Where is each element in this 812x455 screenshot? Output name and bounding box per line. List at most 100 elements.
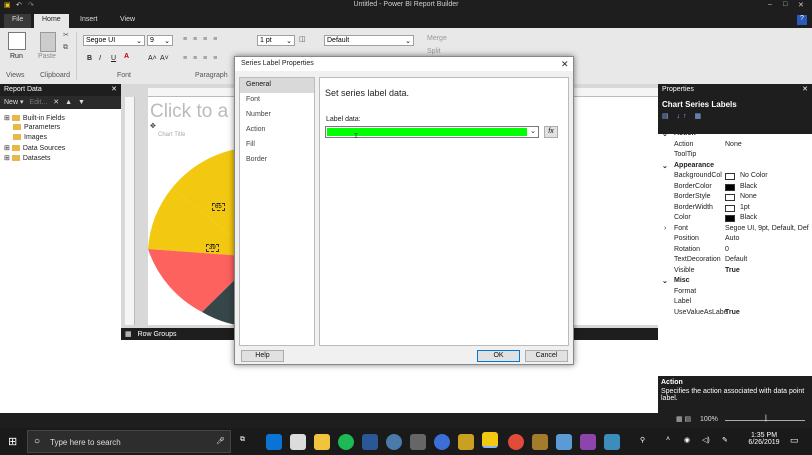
nav-fill[interactable]: Fill — [240, 138, 314, 153]
nav-action[interactable]: Action — [240, 123, 314, 138]
chevron-up-icon[interactable]: ˄ — [666, 436, 670, 443]
mail-icon[interactable] — [290, 434, 306, 450]
property-value[interactable]: Default — [725, 256, 747, 263]
style-select[interactable]: Default ⌄ — [324, 35, 414, 46]
expand-icon[interactable]: ⊞ — [4, 155, 10, 162]
expand-icon[interactable]: ⊞ — [4, 145, 10, 152]
app-icon-13[interactable] — [556, 434, 572, 450]
help-icon[interactable]: ? — [797, 15, 807, 25]
shrink-font-icon[interactable]: A˅ — [160, 55, 169, 62]
tree-item-data-sources[interactable]: ⊞ Data Sources — [4, 144, 65, 154]
property-value[interactable]: Auto — [725, 235, 739, 242]
property-value[interactable]: None — [725, 141, 742, 148]
edge-icon[interactable] — [266, 434, 282, 450]
property-row[interactable]: Position Auto — [658, 235, 812, 246]
property-section-action[interactable]: ⌄ Action — [658, 130, 812, 141]
chrome-icon[interactable] — [508, 434, 524, 450]
nav-font[interactable]: Font — [240, 93, 314, 108]
layout-icon[interactable]: ▦ ▤ — [676, 415, 691, 423]
nav-general[interactable]: General — [240, 78, 314, 93]
tab-file[interactable]: File — [4, 14, 32, 28]
properties-toolbar-icons[interactable]: ▤ ↓↑ ▦ — [662, 112, 808, 120]
ok-button[interactable]: OK — [477, 350, 520, 362]
new-button[interactable]: New — [4, 99, 18, 106]
app-icon-14[interactable] — [580, 434, 596, 450]
copy-icon[interactable]: ⧉ — [63, 44, 68, 52]
font-name-select[interactable]: Segoe UI ⌄ — [83, 35, 145, 46]
paste-button[interactable]: Paste — [38, 53, 56, 60]
border-color-icon[interactable]: ◫ — [299, 35, 306, 43]
power-bi-desktop-icon[interactable] — [458, 434, 474, 450]
expression-button[interactable]: fx — [544, 126, 558, 138]
close-icon[interactable]: ✕ — [111, 85, 117, 93]
line-width-select[interactable]: 1 pt ⌄ — [257, 35, 295, 46]
windows-start-icon[interactable]: ⊞ — [8, 435, 17, 448]
property-value[interactable]: Black — [740, 183, 757, 190]
pen-icon[interactable]: ✎ — [722, 436, 728, 444]
property-value[interactable]: 1pt — [740, 204, 750, 211]
property-value[interactable]: None — [740, 193, 757, 200]
property-value[interactable]: 0 — [725, 246, 729, 253]
property-row[interactable]: › Font Segoe UI, 9pt, Default, Def — [658, 225, 812, 236]
align-buttons-icon[interactable]: ≡ ≡ ≡ ≡ — [183, 36, 219, 43]
property-row[interactable]: Visible True — [658, 267, 812, 278]
font-size-select[interactable]: 9 ⌄ — [147, 35, 173, 46]
property-row[interactable]: Action None — [658, 141, 812, 152]
help-button[interactable]: Help — [241, 350, 284, 362]
cancel-button[interactable]: Cancel — [525, 350, 568, 362]
edit-button[interactable]: Edit... — [29, 99, 47, 106]
dialog-close-button[interactable]: ✕ — [561, 59, 569, 70]
minimize-button[interactable]: – — [768, 1, 772, 8]
tab-view[interactable]: View — [112, 14, 143, 28]
property-section-appearance[interactable]: ⌄ Appearance — [658, 162, 812, 173]
maximize-button[interactable]: □ — [783, 1, 787, 8]
zoom-slider-thumb[interactable]: | — [765, 415, 767, 422]
italic-icon[interactable]: I — [99, 55, 101, 62]
nav-border[interactable]: Border — [240, 153, 314, 168]
property-row[interactable]: BackgroundCol No Color — [658, 172, 812, 183]
volume-icon[interactable]: ◁) — [702, 436, 710, 444]
cut-icon[interactable]: ✂ — [63, 31, 69, 39]
spotify-icon[interactable] — [338, 434, 354, 450]
property-row[interactable]: BorderColor Black — [658, 183, 812, 194]
data-label-39[interactable]: 39 — [206, 244, 219, 252]
property-row[interactable]: ToolTip — [658, 151, 812, 162]
property-row[interactable]: Color Black — [658, 214, 812, 225]
nav-number[interactable]: Number — [240, 108, 314, 123]
word-icon[interactable] — [362, 434, 378, 450]
property-section-misc[interactable]: ⌄ Misc — [658, 277, 812, 288]
taskbar-clock[interactable]: 1:35 PM 6/26/2019 — [744, 432, 784, 446]
close-button[interactable]: ✕ — [798, 1, 804, 9]
paste-icon[interactable] — [40, 32, 56, 52]
property-value[interactable]: Black — [740, 214, 757, 221]
people-icon[interactable]: ⚲ — [640, 436, 645, 444]
grow-font-icon[interactable]: A˄ — [148, 55, 157, 62]
expand-icon[interactable]: ⊞ — [4, 115, 10, 122]
app-icon-8[interactable] — [434, 434, 450, 450]
collapse-icon[interactable]: ⌄ — [662, 130, 668, 138]
tab-home[interactable]: Home — [34, 14, 69, 28]
app-icon-7[interactable] — [410, 434, 426, 450]
property-value[interactable]: Segoe UI, 9pt, Default, Def — [725, 225, 809, 232]
app-icon-6[interactable] — [386, 434, 402, 450]
tab-insert[interactable]: Insert — [72, 14, 106, 28]
close-icon[interactable]: ✕ — [802, 85, 808, 93]
move-down-icon[interactable]: ▼ — [78, 99, 85, 106]
property-row[interactable]: UseValueAsLabe True — [658, 309, 812, 320]
collapse-icon[interactable]: ⌄ — [662, 277, 668, 285]
collapse-icon[interactable]: ⌄ — [662, 162, 668, 170]
tree-item-parameters[interactable]: Parameters — [4, 124, 65, 134]
move-up-icon[interactable]: ▲ — [65, 99, 72, 106]
tree-item-built-in-fields[interactable]: ⊞ Built-in Fields — [4, 114, 65, 124]
property-value[interactable]: True — [725, 309, 740, 316]
property-value[interactable]: True — [725, 267, 740, 274]
network-icon[interactable]: ◉ — [684, 436, 690, 444]
file-explorer-icon[interactable] — [314, 434, 330, 450]
property-row[interactable]: Rotation 0 — [658, 246, 812, 257]
expand-icon[interactable]: › — [664, 225, 666, 232]
merge-button[interactable]: Merge — [427, 35, 447, 42]
app-icon-15[interactable] — [604, 434, 620, 450]
property-row[interactable]: BorderStyle None — [658, 193, 812, 204]
property-row[interactable]: Format — [658, 288, 812, 299]
taskbar-search-box[interactable]: ○ Type here to search 🎤︎ — [27, 430, 231, 453]
